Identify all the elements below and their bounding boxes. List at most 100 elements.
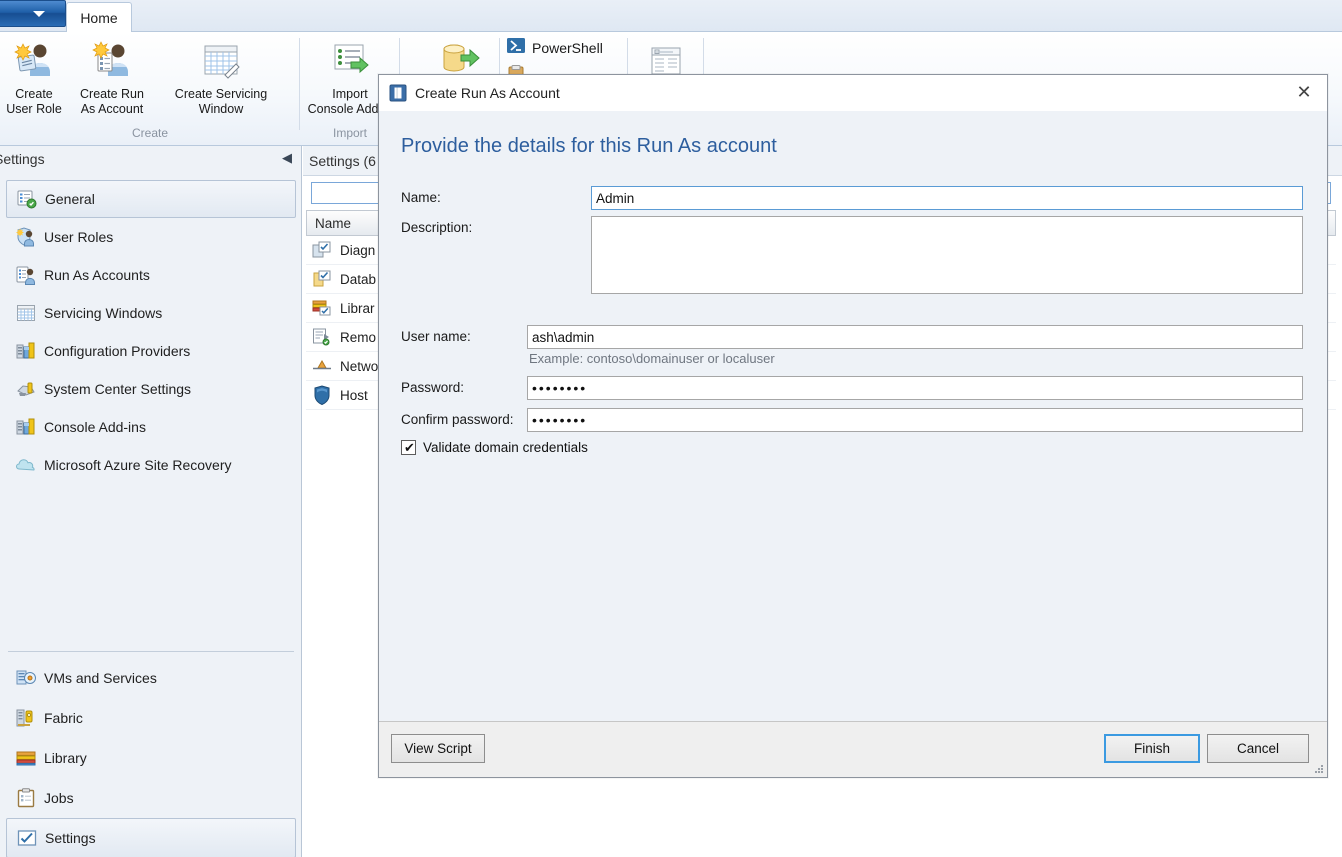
password-field-value: ••••••••: [532, 379, 588, 396]
user-roles-icon: [16, 227, 36, 247]
run-as-accounts-icon: [16, 265, 36, 285]
ribbon-button-create-run-as-account-label: Create Run As Account: [80, 87, 144, 116]
chevron-left-icon[interactable]: ◀: [282, 150, 292, 166]
description-label: Description:: [401, 220, 473, 235]
jobs-icon: [16, 788, 36, 808]
servicing-windows-icon: [16, 303, 36, 323]
remote-control-icon: [312, 327, 332, 347]
settings-icon: [17, 828, 37, 848]
create-run-as-account-icon: [64, 38, 160, 84]
sidebar-item-azure-site-recovery-label: Microsoft Azure Site Recovery: [44, 457, 232, 473]
confirm-password-field-value: ••••••••: [532, 411, 588, 428]
description-field[interactable]: [591, 216, 1303, 294]
run-as-account-icon: [389, 84, 407, 102]
sidebar-item-library[interactable]: Library: [6, 738, 296, 778]
sidebar-item-jobs[interactable]: Jobs: [6, 778, 296, 818]
close-icon[interactable]: ✕: [1281, 75, 1327, 110]
column-header-name: Name: [315, 215, 352, 231]
sidebar-item-settings[interactable]: Settings: [6, 818, 296, 857]
username-field[interactable]: [527, 325, 1303, 349]
finish-button[interactable]: Finish: [1104, 734, 1200, 763]
sidebar-item-system-center-settings-label: System Center Settings: [44, 381, 192, 397]
table-cell-name: Netwo: [340, 358, 379, 374]
left-pane-title: Settings: [0, 151, 45, 167]
validate-domain-credentials-checkbox[interactable]: ✔ Validate domain credentials: [401, 440, 588, 455]
caret-down-icon: [33, 11, 45, 17]
cancel-button[interactable]: Cancel: [1207, 734, 1309, 763]
name-field[interactable]: [591, 186, 1303, 210]
ribbon-button-powershell-label: PowerShell: [532, 39, 603, 56]
sidebar-item-library-label: Library: [44, 750, 87, 766]
sidebar-item-general[interactable]: General: [6, 180, 296, 218]
sidebar-item-jobs-label: Jobs: [44, 790, 74, 806]
resize-grip-icon[interactable]: [1312, 762, 1324, 774]
diagnostics-icon: [312, 240, 332, 260]
sidebar-item-user-roles[interactable]: User Roles: [6, 218, 296, 256]
username-label: User name:: [401, 329, 471, 344]
left-navigation-pane: Settings ◀ General: [0, 146, 302, 857]
password-field[interactable]: ••••••••: [527, 376, 1303, 400]
sidebar-item-configuration-providers[interactable]: Configuration Providers: [6, 332, 296, 370]
sidebar-item-run-as-accounts[interactable]: Run As Accounts: [6, 256, 296, 294]
library-icon: [16, 748, 36, 768]
powershell-icon: [506, 36, 526, 60]
nav-divider: [8, 651, 294, 652]
table-cell-name: Librar: [340, 300, 375, 316]
database-icon: [312, 269, 332, 289]
sidebar-item-user-roles-label: User Roles: [44, 229, 114, 245]
console-addins-icon: [16, 417, 36, 437]
left-pane-header: Settings ◀: [0, 146, 302, 174]
validate-domain-credentials-label: Validate domain credentials: [423, 440, 588, 455]
password-label: Password:: [401, 380, 465, 395]
general-icon: [17, 189, 37, 209]
sidebar-item-system-center-settings[interactable]: System Center Settings: [6, 370, 296, 408]
table-cell-name: Diagn: [340, 242, 376, 258]
sidebar-item-general-label: General: [45, 191, 95, 207]
sidebar-item-run-as-accounts-label: Run As Accounts: [44, 267, 150, 283]
cancel-button-label: Cancel: [1236, 741, 1280, 756]
finish-button-label: Finish: [1133, 741, 1170, 756]
sidebar-item-servicing-windows[interactable]: Servicing Windows: [6, 294, 296, 332]
create-servicing-window-icon: [166, 38, 276, 84]
workspace-nav-list: VMs and Services Fabric Library Jobs Set…: [0, 658, 302, 857]
sidebar-item-console-addins-label: Console Add-ins: [44, 419, 146, 435]
configuration-providers-icon: [16, 341, 36, 361]
name-label: Name:: [401, 190, 441, 205]
ribbon-button-powershell[interactable]: PowerShell: [506, 36, 603, 60]
network-settings-icon: [312, 356, 332, 376]
ribbon-button-create-servicing-window-label: Create Servicing Window: [174, 87, 268, 116]
view-script-button-label: View Script: [404, 741, 472, 756]
username-hint: Example: contoso\domainuser or localuser: [529, 351, 775, 366]
confirm-password-label: Confirm password:: [401, 412, 514, 427]
ribbon-button-create-servicing-window[interactable]: Create Servicing Window: [166, 38, 276, 117]
sidebar-item-fabric-label: Fabric: [44, 710, 83, 726]
sidebar-item-servicing-windows-label: Servicing Windows: [44, 305, 163, 321]
sidebar-item-vms-and-services[interactable]: VMs and Services: [6, 658, 296, 698]
create-run-as-account-dialog: Create Run As Account ✕ Provide the deta…: [378, 74, 1328, 778]
sidebar-item-fabric[interactable]: Fabric: [6, 698, 296, 738]
ribbon-button-create-run-as-account[interactable]: Create Run As Account: [64, 38, 160, 117]
library-settings-icon: [312, 298, 332, 318]
settings-nav-list: General User Roles Run As Accounts Servi…: [0, 180, 302, 484]
tab-home-label: Home: [80, 10, 118, 26]
application-menu-button[interactable]: [0, 0, 66, 27]
azure-site-recovery-icon: [15, 455, 36, 475]
sidebar-item-settings-label: Settings: [45, 830, 96, 846]
vms-and-services-icon: [16, 668, 36, 688]
fabric-icon: [16, 708, 36, 728]
sidebar-item-configuration-providers-label: Configuration Providers: [44, 343, 191, 359]
system-center-settings-icon: [16, 379, 36, 399]
dialog-heading: Provide the details for this Run As acco…: [401, 135, 777, 157]
confirm-password-field[interactable]: ••••••••: [527, 408, 1303, 432]
main-pane-title: Settings (6: [309, 152, 376, 169]
dialog-body: Provide the details for this Run As acco…: [379, 111, 1327, 739]
view-script-button[interactable]: View Script: [391, 734, 485, 763]
host-guardian-icon: [312, 385, 332, 406]
sidebar-item-console-addins[interactable]: Console Add-ins: [6, 408, 296, 446]
dialog-title-bar[interactable]: Create Run As Account ✕: [379, 75, 1327, 111]
dialog-footer: View Script Finish Cancel: [379, 721, 1327, 777]
checkbox-box: ✔: [401, 440, 416, 455]
sidebar-item-azure-site-recovery[interactable]: Microsoft Azure Site Recovery: [6, 446, 296, 484]
tab-home[interactable]: Home: [66, 2, 132, 33]
table-cell-name: Datab: [340, 271, 377, 287]
